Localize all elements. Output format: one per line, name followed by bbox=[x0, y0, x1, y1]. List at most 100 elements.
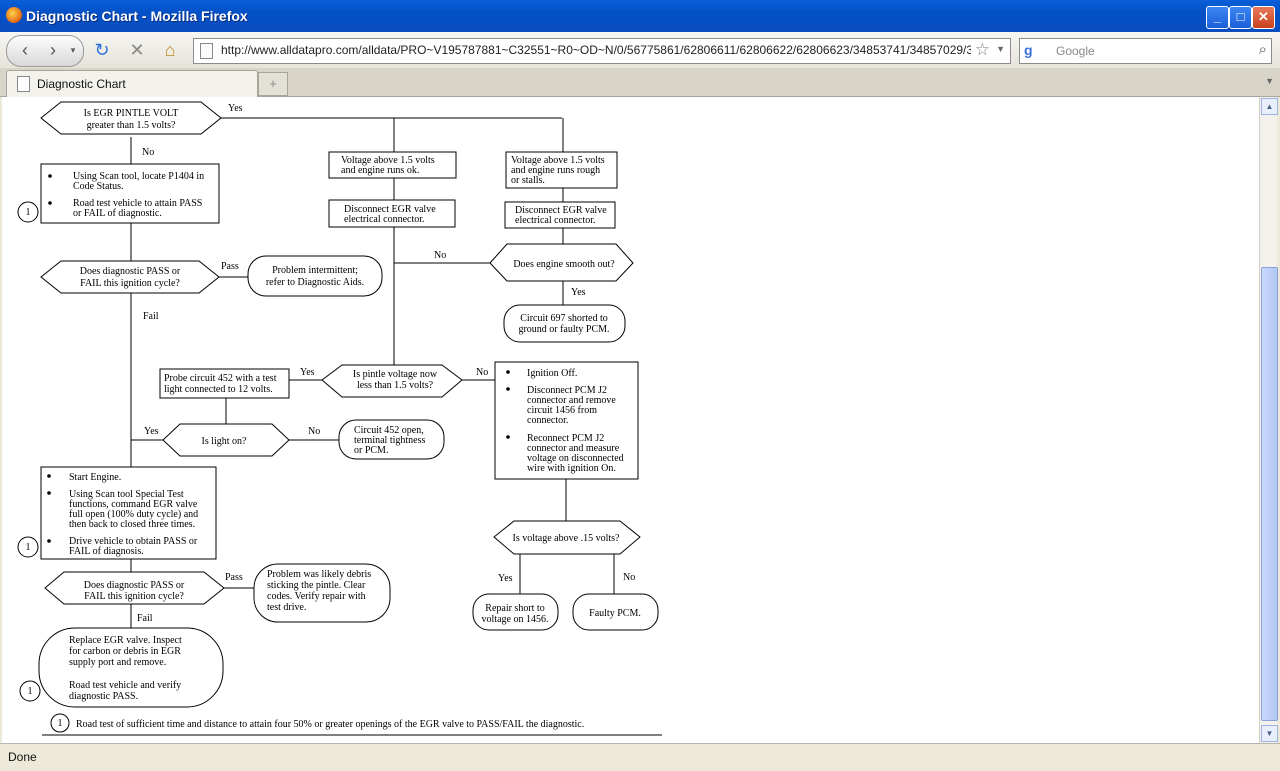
label-no: No bbox=[434, 250, 446, 261]
action-line: Ignition Off. bbox=[527, 368, 577, 379]
vertical-scrollbar[interactable]: ▲ ▼ bbox=[1259, 97, 1278, 743]
label-pass: Pass bbox=[221, 261, 239, 272]
footnote-marker: 1 bbox=[58, 718, 63, 729]
label-yes: Yes bbox=[228, 103, 243, 114]
result-line: for carbon or debris in EGR bbox=[69, 646, 181, 657]
bullet-icon bbox=[47, 539, 51, 543]
diagnostic-flowchart: Is EGR PINTLE VOLT greater than 1.5 volt… bbox=[17, 101, 662, 736]
new-tab-button[interactable]: + bbox=[258, 72, 288, 96]
result-line: sticking the pintle. Clear bbox=[267, 580, 366, 591]
address-bar[interactable]: http://www.alldatapro.com/alldata/PRO~V1… bbox=[193, 38, 1011, 64]
minimize-button[interactable]: _ bbox=[1206, 6, 1229, 29]
label-no: No bbox=[623, 572, 635, 583]
tab-bar: Diagnostic Chart + ▼ bbox=[0, 68, 1280, 97]
label-yes: Yes bbox=[498, 573, 513, 584]
decision-voltage-015: Is voltage above .15 volts? bbox=[493, 520, 641, 555]
decision-line: Is voltage above .15 volts? bbox=[513, 533, 620, 544]
footnote-marker: 1 bbox=[19, 680, 41, 702]
result-line: voltage on 1456. bbox=[482, 614, 549, 625]
search-icon[interactable]: ⌕ bbox=[1259, 41, 1267, 58]
svg-text:1: 1 bbox=[26, 207, 31, 218]
scroll-thumb[interactable] bbox=[1261, 267, 1278, 721]
bullet-icon bbox=[506, 435, 510, 439]
action-line: FAIL of diagnosis. bbox=[69, 546, 144, 557]
decision-line: greater than 1.5 volts? bbox=[87, 120, 176, 131]
decision-line: Is pintle voltage now bbox=[353, 369, 438, 380]
bullet-icon bbox=[48, 174, 52, 178]
bullet-icon bbox=[47, 474, 51, 478]
bookmark-star-icon[interactable]: ☆ bbox=[975, 40, 990, 60]
title-bar: Diagnostic Chart - Mozilla Firefox _ □ ✕ bbox=[0, 0, 1280, 32]
maximize-button[interactable]: □ bbox=[1229, 6, 1252, 29]
result-circuit-452: Circuit 452 open, terminal tightness or … bbox=[338, 419, 445, 460]
decision-line: Does engine smooth out? bbox=[513, 259, 615, 270]
result-line: refer to Diagnostic Aids. bbox=[266, 277, 364, 288]
box-line: electrical connector. bbox=[344, 214, 425, 225]
reload-icon[interactable]: ↻ bbox=[90, 36, 114, 64]
url-text[interactable]: http://www.alldatapro.com/alldata/PRO~V1… bbox=[221, 43, 971, 57]
decision-pass-fail-2: Does diagnostic PASS or FAIL this igniti… bbox=[44, 571, 225, 605]
decision-line: Does diagnostic PASS or bbox=[80, 266, 181, 277]
label-yes: Yes bbox=[300, 367, 315, 378]
bullet-icon bbox=[506, 387, 510, 391]
home-icon[interactable]: ⌂ bbox=[158, 36, 182, 64]
result-line: Road test vehicle and verify bbox=[69, 680, 181, 691]
label-yes: Yes bbox=[571, 287, 586, 298]
label-fail: Fail bbox=[143, 311, 159, 322]
result-circuit-697: Circuit 697 shorted to ground or faulty … bbox=[503, 304, 626, 343]
label-no: No bbox=[476, 367, 488, 378]
action-line: then back to closed three times. bbox=[69, 519, 195, 530]
page-content: Is EGR PINTLE VOLT greater than 1.5 volt… bbox=[2, 97, 1259, 743]
svg-text:1: 1 bbox=[26, 542, 31, 553]
decision-line: FAIL this ignition cycle? bbox=[84, 591, 184, 602]
decision-line: Is EGR PINTLE VOLT bbox=[84, 108, 179, 119]
stop-icon[interactable]: ✕ bbox=[125, 36, 149, 64]
forward-button[interactable]: › bbox=[43, 36, 63, 64]
close-button[interactable]: ✕ bbox=[1252, 6, 1275, 29]
result-line: Problem intermittent; bbox=[272, 265, 358, 276]
scroll-down-icon[interactable]: ▼ bbox=[1261, 725, 1278, 742]
scroll-up-icon[interactable]: ▲ bbox=[1261, 98, 1278, 115]
box-voltage-rough: Voltage above 1.5 volts and engine runs … bbox=[505, 151, 618, 189]
box-disconnect-2: Disconnect EGR valve electrical connecto… bbox=[504, 201, 616, 229]
result-line: or PCM. bbox=[354, 445, 388, 456]
bullet-icon bbox=[506, 370, 510, 374]
decision-line: Is light on? bbox=[202, 436, 248, 447]
search-bar[interactable]: g Google ⌕ bbox=[1019, 38, 1272, 64]
back-forward-group: ‹ › ▾ bbox=[6, 35, 84, 67]
history-dropdown-icon[interactable]: ▾ bbox=[65, 36, 81, 64]
search-placeholder: Google bbox=[1056, 44, 1095, 58]
page-icon bbox=[200, 43, 213, 59]
action-ignition-off: Ignition Off. Disconnect PCM J2 connecto… bbox=[494, 361, 639, 480]
bullet-icon bbox=[48, 201, 52, 205]
tab-diagnostic-chart[interactable]: Diagnostic Chart bbox=[6, 70, 258, 97]
page-icon bbox=[17, 76, 30, 92]
decision-line: less than 1.5 volts? bbox=[357, 380, 434, 391]
result-line: codes. Verify repair with bbox=[267, 591, 366, 602]
url-dropdown-icon[interactable]: ▼ bbox=[996, 44, 1005, 54]
box-line: light connected to 12 volts. bbox=[164, 384, 273, 395]
list-all-tabs-icon[interactable]: ▼ bbox=[1265, 76, 1274, 86]
google-icon[interactable]: g bbox=[1024, 42, 1040, 58]
box-line: electrical connector. bbox=[515, 215, 596, 226]
status-bar: Done bbox=[0, 743, 1280, 771]
result-line: Circuit 697 shorted to bbox=[520, 313, 608, 324]
result-debris: Problem was likely debris sticking the p… bbox=[253, 563, 391, 623]
action-start-engine: Start Engine. Using Scan tool Special Te… bbox=[40, 466, 217, 560]
navigation-toolbar: ‹ › ▾ ↻ ✕ ⌂ http://www.alldatapro.com/al… bbox=[0, 32, 1280, 69]
result-line: Repair short to bbox=[485, 603, 544, 614]
action-line: wire with ignition On. bbox=[527, 463, 616, 474]
action-line: connector. bbox=[527, 415, 568, 426]
status-text: Done bbox=[8, 750, 37, 764]
footnote-marker: 1 bbox=[17, 201, 39, 223]
back-button[interactable]: ‹ bbox=[11, 36, 39, 64]
bullet-icon bbox=[47, 491, 51, 495]
svg-text:1: 1 bbox=[28, 686, 33, 697]
result-line: test drive. bbox=[267, 602, 306, 613]
label-pass: Pass bbox=[225, 572, 243, 583]
label-yes: Yes bbox=[144, 426, 159, 437]
window-title: Diagnostic Chart - Mozilla Firefox bbox=[26, 8, 248, 24]
result-intermittent: Problem intermittent; refer to Diagnosti… bbox=[247, 255, 383, 297]
result-line: Replace EGR valve. Inspect bbox=[69, 635, 182, 646]
box-line: and engine runs ok. bbox=[341, 165, 419, 176]
